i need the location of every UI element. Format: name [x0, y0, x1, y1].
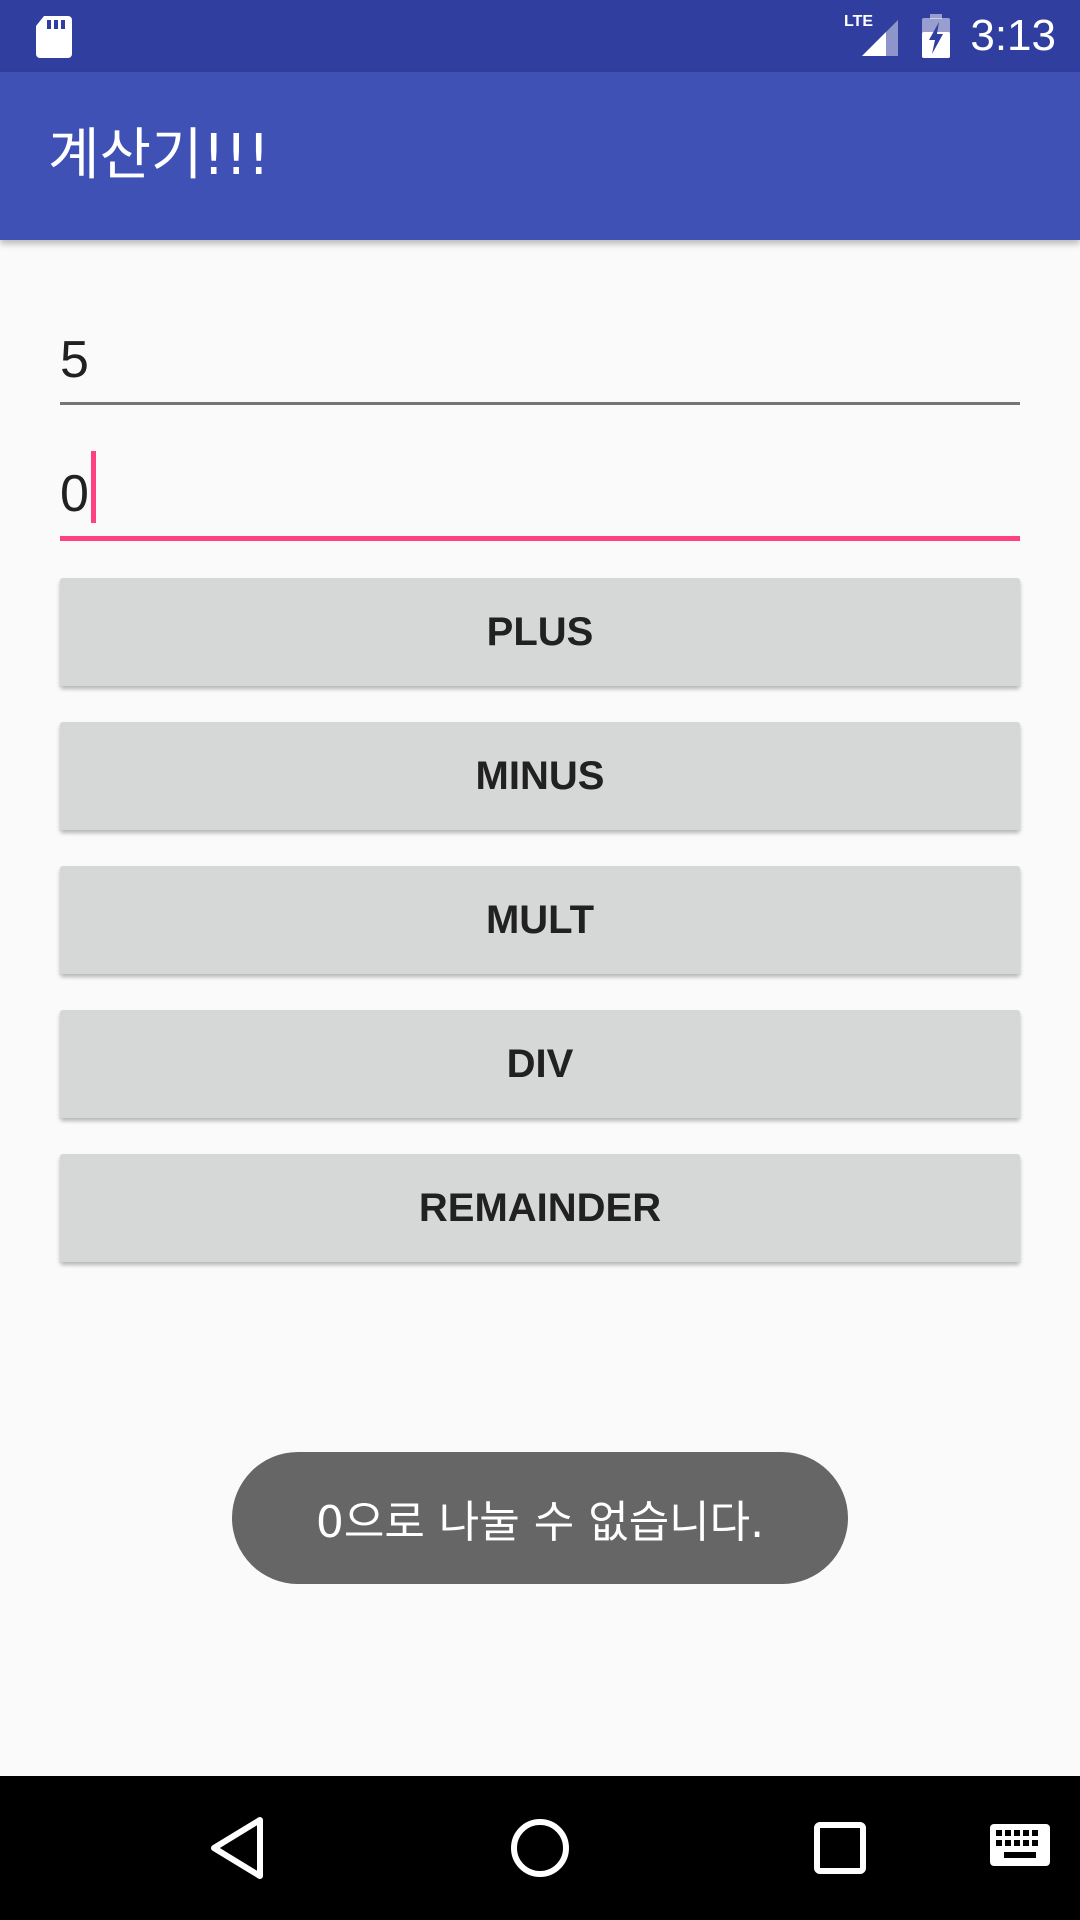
minus-button[interactable]: MINUS	[60, 722, 1020, 830]
navigation-bar	[0, 1776, 1080, 1920]
plus-button[interactable]: PLUS	[60, 578, 1020, 686]
status-clock: 3:13	[970, 11, 1056, 60]
lte-signal-icon: LTE	[844, 13, 898, 56]
remainder-button[interactable]: REMAINDER	[60, 1154, 1020, 1262]
home-icon[interactable]	[500, 1808, 580, 1888]
lte-label: LTE	[844, 13, 873, 30]
first-number-value: 5	[60, 331, 89, 389]
status-bar: LTE 3:13	[0, 0, 1080, 72]
sd-card-icon	[36, 16, 72, 58]
app-bar: 계산기!!!	[0, 72, 1080, 240]
second-number-input[interactable]: 0	[60, 446, 1020, 541]
keyboard-icon[interactable]	[980, 1808, 1060, 1888]
app-title: 계산기!!!	[48, 123, 270, 188]
mult-button[interactable]: MULT	[60, 866, 1020, 974]
text-cursor	[90, 451, 96, 523]
back-icon[interactable]	[200, 1808, 280, 1888]
second-number-value: 0	[60, 465, 89, 523]
recents-icon[interactable]	[800, 1808, 880, 1888]
toast-message: 0으로 나눌 수 없습니다.	[232, 1452, 848, 1584]
div-button[interactable]: DIV	[60, 1010, 1020, 1118]
battery-charging-icon	[922, 14, 950, 58]
second-number-text: 0	[60, 451, 96, 524]
first-number-input[interactable]: 5	[60, 312, 1020, 405]
